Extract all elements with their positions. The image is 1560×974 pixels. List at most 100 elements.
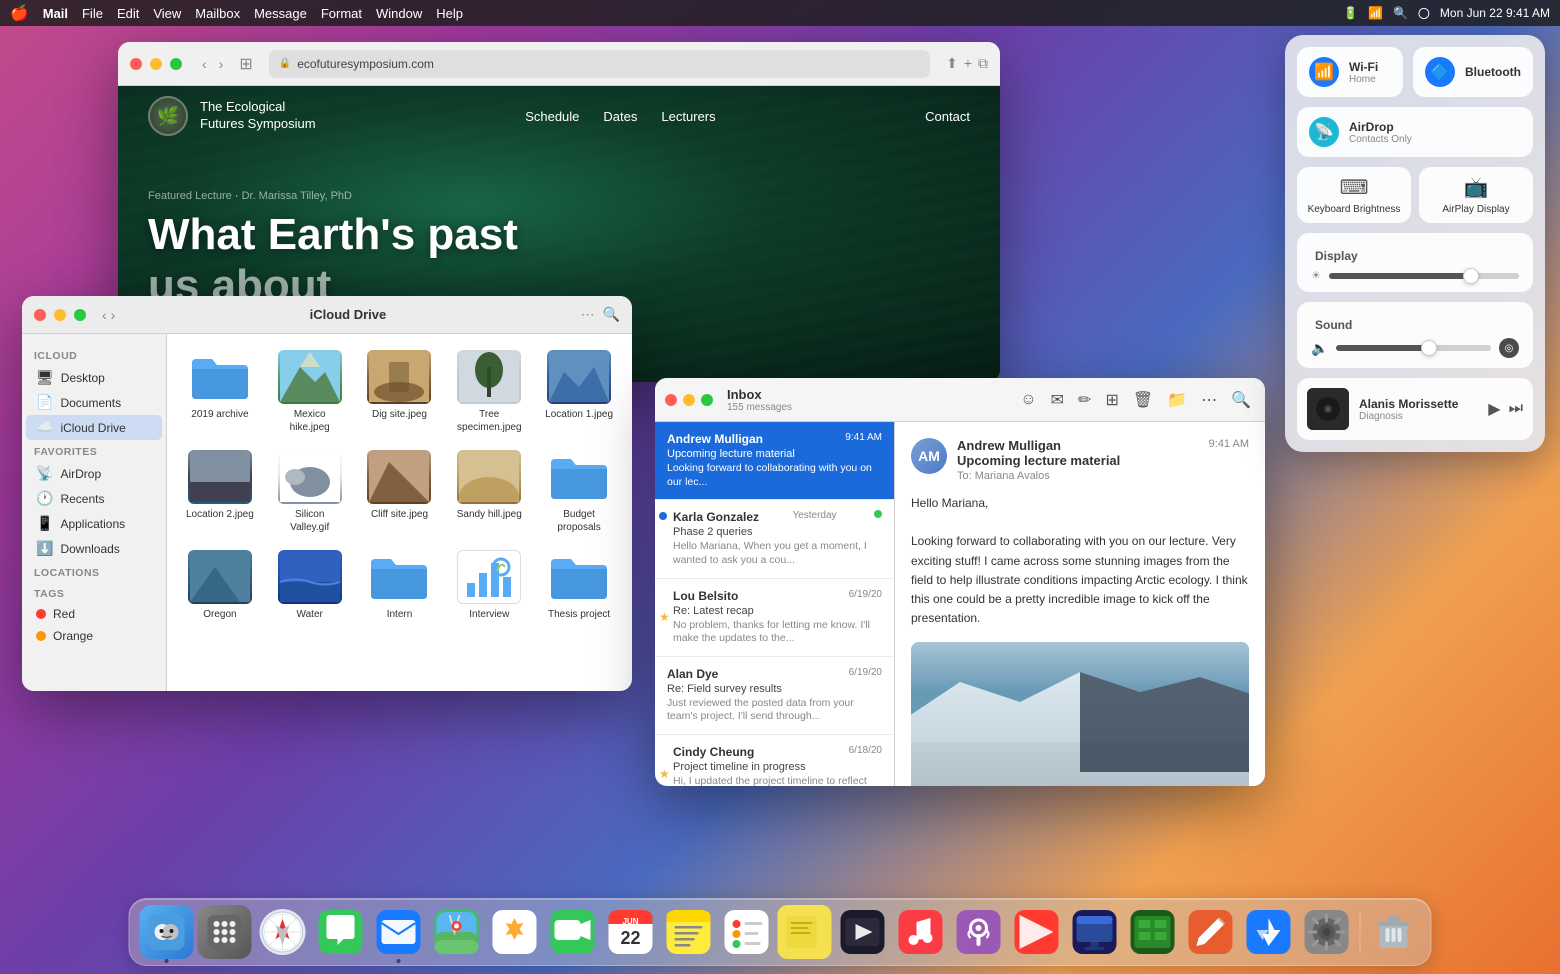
browser-close-button[interactable]	[130, 58, 142, 70]
mail-trash-icon[interactable]: 🗑	[1129, 386, 1157, 414]
file-item-oregon[interactable]: Oregon	[177, 544, 263, 627]
file-item-budget[interactable]: Budget proposals	[536, 444, 622, 540]
dock-maps[interactable]	[430, 905, 484, 959]
wifi-icon[interactable]: 📶	[1368, 6, 1383, 20]
file-item-sandy-hill[interactable]: Sandy hill.jpeg	[446, 444, 532, 540]
menu-window[interactable]: Window	[376, 6, 422, 21]
finder-close-button[interactable]	[34, 309, 46, 321]
volume-knob[interactable]: ◎	[1499, 338, 1519, 358]
dock-messages[interactable]	[314, 905, 368, 959]
menu-format[interactable]: Format	[321, 6, 362, 21]
finder-forward-button[interactable]: ›	[111, 307, 116, 323]
menu-message[interactable]: Message	[254, 6, 307, 21]
finder-minimize-button[interactable]	[54, 309, 66, 321]
finder-maximize-button[interactable]	[74, 309, 86, 321]
menu-view[interactable]: View	[153, 6, 181, 21]
browser-share-button[interactable]: ⬆	[946, 55, 958, 72]
dock-safari[interactable]	[256, 905, 310, 959]
mail-search-icon[interactable]: 🔍	[1227, 386, 1255, 414]
sidebar-tag-red[interactable]: Red	[26, 603, 162, 625]
file-item-cliff-site[interactable]: Cliff site.jpeg	[357, 444, 443, 540]
cc-airdrop-tile[interactable]: 📡 AirDrop Contacts Only	[1297, 107, 1533, 157]
site-nav-lecturers[interactable]: Lecturers	[661, 109, 715, 124]
file-item-silicon-valley[interactable]: Silicon Valley.gif	[267, 444, 353, 540]
dock-podcasts[interactable]	[952, 905, 1006, 959]
menu-edit[interactable]: Edit	[117, 6, 139, 21]
mail-item[interactable]: ★ Lou Belsito 6/19/20 Re: Latest recap N…	[655, 579, 894, 657]
next-button[interactable]: ⏭	[1509, 400, 1523, 418]
file-item-2019-archive[interactable]: 2019 archive	[177, 344, 263, 440]
apple-menu[interactable]: 🍎	[10, 4, 29, 22]
site-nav-dates[interactable]: Dates	[603, 109, 637, 124]
dock-launchpad[interactable]	[198, 905, 252, 959]
file-item-dig-site[interactable]: Dig site.jpeg	[357, 344, 443, 440]
dock-system-preferences[interactable]	[1300, 905, 1354, 959]
mail-more-icon[interactable]: ⋯	[1197, 386, 1221, 414]
dock-app-store[interactable]	[1242, 905, 1296, 959]
mail-item[interactable]: Karla Gonzalez Yesterday Phase 2 queries…	[655, 500, 894, 578]
mail-item[interactable]: Andrew Mulligan 9:41 AM Upcoming lecture…	[655, 422, 894, 500]
dock-trash[interactable]	[1367, 905, 1421, 959]
browser-tab-overview-button[interactable]: ⧉	[978, 55, 988, 72]
dock-finder[interactable]	[140, 905, 194, 959]
dock-craft[interactable]	[1184, 905, 1238, 959]
browser-sidebar-toggle[interactable]: ⊞	[239, 54, 252, 74]
mail-item[interactable]: Alan Dye 6/19/20 Re: Field survey result…	[655, 657, 894, 735]
dock-news[interactable]	[1010, 905, 1064, 959]
site-nav-contact[interactable]: Contact	[925, 109, 970, 124]
play-button[interactable]: ▶	[1488, 399, 1500, 419]
sidebar-item-airdrop[interactable]: 📡 AirDrop	[26, 461, 162, 486]
dock-music[interactable]	[894, 905, 948, 959]
dock-reminders[interactable]	[720, 905, 774, 959]
finder-search-button[interactable]: 🔍	[603, 306, 620, 323]
sidebar-tag-orange[interactable]: Orange	[26, 625, 162, 647]
mail-close-button[interactable]	[665, 394, 677, 406]
sidebar-item-documents[interactable]: 📄 Documents	[26, 390, 162, 415]
sidebar-item-recents[interactable]: 🕐 Recents	[26, 486, 162, 511]
cc-brightness-slider[interactable]	[1329, 273, 1519, 279]
sidebar-item-applications[interactable]: 📱 Applications	[26, 511, 162, 536]
dock-notes[interactable]	[662, 905, 716, 959]
sidebar-item-desktop[interactable]: 🖥 Desktop	[26, 365, 162, 390]
browser-forward-button[interactable]: ›	[215, 54, 228, 74]
search-icon[interactable]: 🔍	[1393, 6, 1408, 20]
siri-icon[interactable]: 〇	[1418, 5, 1430, 22]
dock-stickies[interactable]	[778, 905, 832, 959]
cc-bluetooth-tile[interactable]: 🔷 Bluetooth	[1413, 47, 1533, 97]
file-item-mexico-hike[interactable]: Mexico hike.jpeg	[267, 344, 353, 440]
mail-maximize-button[interactable]	[701, 394, 713, 406]
file-item-water[interactable]: Water	[267, 544, 353, 627]
app-name[interactable]: Mail	[43, 6, 68, 21]
file-item-thesis[interactable]: Thesis project	[536, 544, 622, 627]
finder-view-toggle[interactable]: ⋯	[581, 306, 595, 323]
site-nav-schedule[interactable]: Schedule	[525, 109, 579, 124]
file-item-tree-specimen[interactable]: Tree specimen.jpeg	[446, 344, 532, 440]
mail-compose-icon[interactable]: ☺	[1016, 387, 1040, 413]
dock-mail[interactable]	[372, 905, 426, 959]
cc-keyboard-brightness-tile[interactable]: ⌨ Keyboard Brightness	[1297, 167, 1411, 223]
browser-maximize-button[interactable]	[170, 58, 182, 70]
browser-back-button[interactable]: ‹	[198, 54, 211, 74]
dock-tv[interactable]	[836, 905, 890, 959]
mail-folder-icon[interactable]: 📁	[1163, 386, 1191, 414]
sidebar-item-downloads[interactable]: ⬇️ Downloads	[26, 536, 162, 561]
browser-add-tab-button[interactable]: +	[964, 55, 972, 72]
menu-file[interactable]: File	[82, 6, 103, 21]
cc-airplay-display-tile[interactable]: 📺 AirPlay Display	[1419, 167, 1533, 223]
browser-address-bar[interactable]: 🔒 ecofuturesymposium.com	[269, 50, 930, 78]
sidebar-item-icloud-drive[interactable]: ☁️ iCloud Drive	[26, 415, 162, 440]
mail-item[interactable]: ★ Cindy Cheung 6/18/20 Project timeline …	[655, 735, 894, 786]
dock-calendar[interactable]: JUN 22	[604, 905, 658, 959]
cc-volume-slider[interactable]	[1336, 345, 1491, 351]
file-item-interview[interactable]: Interview	[446, 544, 532, 627]
dock-numbers[interactable]	[1126, 905, 1180, 959]
mail-minimize-button[interactable]	[683, 394, 695, 406]
dock-facetime[interactable]	[546, 905, 600, 959]
battery-icon[interactable]: 🔋	[1343, 6, 1358, 20]
dock-keynote[interactable]	[1068, 905, 1122, 959]
browser-minimize-button[interactable]	[150, 58, 162, 70]
file-item-location1[interactable]: Location 1.jpeg	[536, 344, 622, 440]
finder-back-button[interactable]: ‹	[102, 307, 107, 323]
mail-edit-icon[interactable]: ✏	[1074, 386, 1095, 414]
menu-help[interactable]: Help	[436, 6, 463, 21]
